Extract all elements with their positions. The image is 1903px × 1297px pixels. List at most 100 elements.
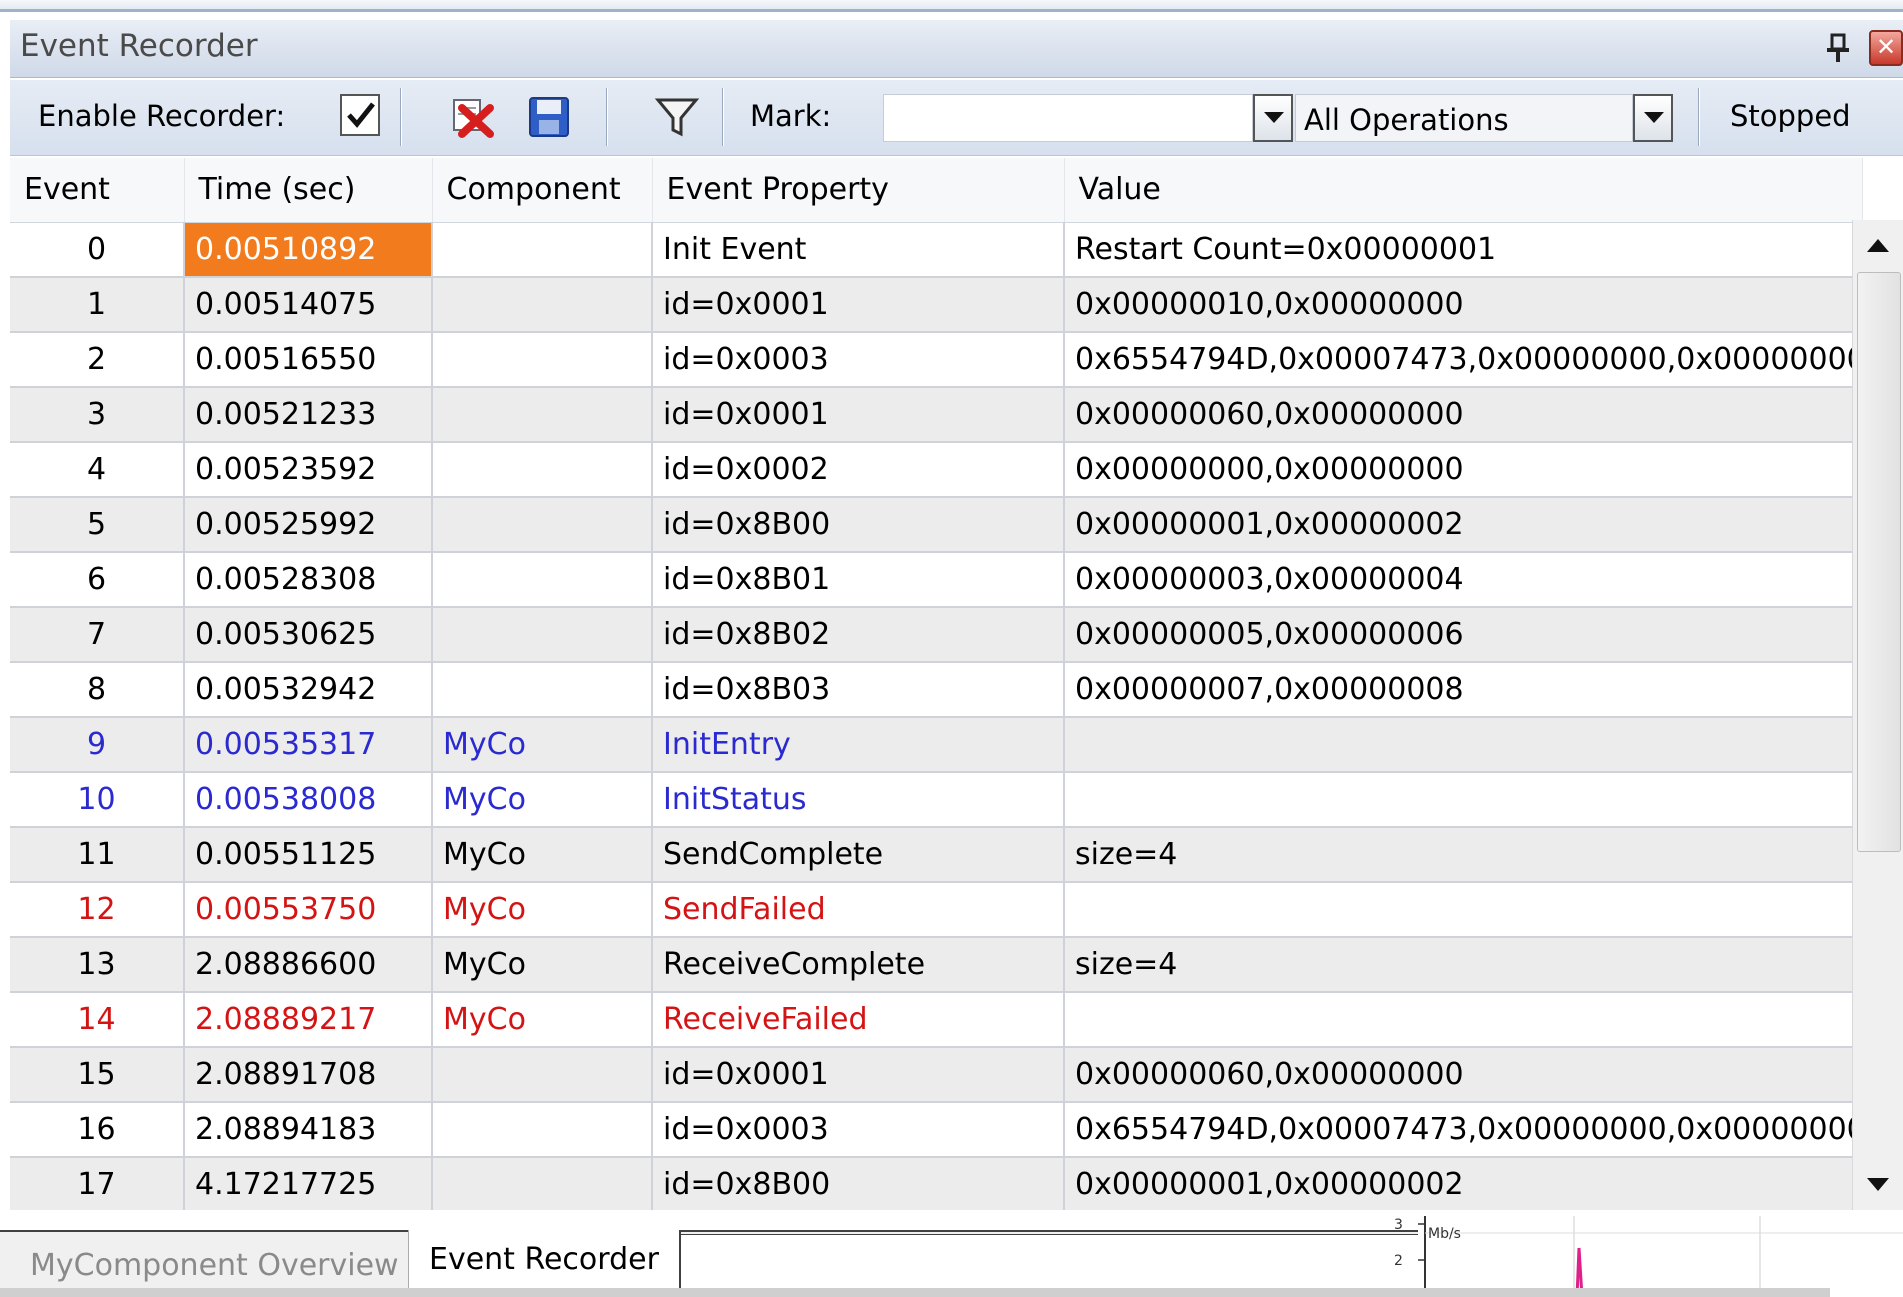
toolbar-separator [400,88,402,146]
event-cell: 3 [10,387,185,443]
component-cell [432,607,653,663]
event-cell: 5 [10,497,185,553]
component-cell [432,1102,653,1158]
tab-mycomponent-overview[interactable]: MyComponent Overview [10,1236,419,1292]
tab-event-recorder[interactable]: Event Recorder [408,1230,681,1294]
event-property-cell: id=0x0001 [652,277,1065,333]
event-cell: 6 [10,552,185,608]
event-property-cell: id=0x8B00 [652,1157,1065,1210]
enable-recorder-label: Enable Recorder: [38,99,286,133]
horizontal-scrollbar[interactable] [0,1288,1830,1297]
time-cell: 2.08886600 [184,937,433,993]
table-row[interactable]: 6 0.00528308 id=0x8B01 0x00000003,0x0000000… [10,552,1863,608]
component-cell: MyCo [432,717,653,773]
time-cell: 0.00535317 [184,717,433,773]
table-row[interactable]: 11 0.00551125 MyCo SendComplete size=4 [10,827,1863,883]
pin-icon[interactable] [1825,32,1851,64]
component-cell [432,442,653,498]
time-cell: 0.00510892 [184,222,433,278]
table-header: Event Time (sec) Component Event Propert… [10,158,1863,223]
clear-icon[interactable] [448,94,494,140]
event-cell: 15 [10,1047,185,1103]
toolbar-separator [722,88,724,146]
value-cell: 0x00000000,0x00000000 [1064,442,1863,498]
event-property-cell: id=0x8B03 [652,662,1065,718]
column-header-time[interactable]: Time (sec) [184,158,433,223]
component-cell [432,387,653,443]
close-icon[interactable]: ✕ [1869,30,1903,66]
scroll-thumb[interactable] [1857,272,1901,852]
table-row[interactable]: 5 0.00525992 id=0x8B00 0x00000001,0x0000000… [10,497,1863,553]
table-row[interactable]: 10 0.00538008 MyCo InitStatus [10,772,1863,828]
table-row[interactable]: 3 0.00521233 id=0x0001 0x00000060,0x0000000… [10,387,1863,443]
mini-chart-tick: 3 [1394,1217,1403,1233]
chevron-down-icon [1264,112,1284,123]
event-cell: 0 [10,222,185,278]
operations-select[interactable]: All Operations [1295,94,1633,142]
toolbar: Enable Recorder: Mark: All Operations St… [10,80,1903,156]
column-header-component[interactable]: Component [432,158,653,223]
top-edge [0,0,1903,12]
table-row[interactable]: 17 4.17217725 id=0x8B00 0x00000001,0x000000… [10,1157,1863,1210]
table-row[interactable]: 7 0.00530625 id=0x8B02 0x00000005,0x0000000… [10,607,1863,663]
value-cell: 0x6554794D,0x00007473,0x00000000,0x00000… [1064,1102,1863,1158]
table-row[interactable]: 13 2.08886600 MyCo ReceiveComplete size=4 [10,937,1863,993]
component-cell [432,222,653,278]
table-row[interactable]: 12 0.00553750 MyCo SendFailed [10,882,1863,938]
column-header-event-property[interactable]: Event Property [652,158,1065,223]
event-cell: 13 [10,937,185,993]
toolbar-separator [1698,88,1700,146]
column-header-value[interactable]: Value [1064,158,1863,223]
value-cell: 0x00000001,0x00000002 [1064,1157,1863,1210]
table-row[interactable]: 0 0.00510892 Init Event Restart Count=0x000… [10,222,1863,278]
vertical-scrollbar[interactable] [1852,220,1903,1210]
panel-title: Event Recorder [20,28,258,64]
enable-recorder-checkbox[interactable] [340,94,380,136]
scroll-up-icon[interactable] [1861,226,1895,266]
table-row[interactable]: 14 2.08889217 MyCo ReceiveFailed [10,992,1863,1048]
save-icon[interactable] [526,94,572,140]
time-cell: 0.00551125 [184,827,433,883]
component-cell: MyCo [432,772,653,828]
event-grid: Event Time (sec) Component Event Propert… [10,158,1903,1210]
time-cell: 0.00525992 [184,497,433,553]
column-header-event[interactable]: Event [10,158,185,223]
component-cell: MyCo [432,827,653,883]
event-cell: 8 [10,662,185,718]
table-row[interactable]: 1 0.00514075 id=0x0001 0x00000010,0x0000000… [10,277,1863,333]
component-cell: MyCo [432,882,653,938]
component-cell [432,552,653,608]
time-cell: 2.08889217 [184,992,433,1048]
mark-label: Mark: [750,99,832,133]
operations-dropdown-button[interactable] [1633,94,1673,142]
mark-dropdown-button[interactable] [1253,94,1293,142]
time-cell: 0.00521233 [184,387,433,443]
value-cell: 0x00000060,0x00000000 [1064,1047,1863,1103]
event-cell: 11 [10,827,185,883]
time-cell: 0.00530625 [184,607,433,663]
event-property-cell: id=0x0001 [652,1047,1065,1103]
event-cell: 12 [10,882,185,938]
event-property-cell: InitStatus [652,772,1065,828]
event-property-cell: SendComplete [652,827,1065,883]
event-property-cell: InitEntry [652,717,1065,773]
table-row[interactable]: 9 0.00535317 MyCo InitEntry [10,717,1863,773]
mark-input[interactable] [883,94,1253,142]
event-cell: 2 [10,332,185,388]
check-icon [347,102,375,128]
table-row[interactable]: 2 0.00516550 id=0x0003 0x6554794D,0x0000747… [10,332,1863,388]
table-row[interactable]: 16 2.08894183 id=0x0003 0x6554794D,0x000074… [10,1102,1863,1158]
event-property-cell: id=0x0002 [652,442,1065,498]
component-cell [432,662,653,718]
filter-icon[interactable] [654,94,700,140]
time-cell: 4.17217725 [184,1157,433,1210]
table-row[interactable]: 8 0.00532942 id=0x8B03 0x00000007,0x0000000… [10,662,1863,718]
value-cell [1064,717,1863,773]
table-row[interactable]: 15 2.08891708 id=0x0001 0x00000060,0x000000… [10,1047,1863,1103]
scroll-down-icon[interactable] [1861,1164,1895,1204]
component-cell: MyCo [432,992,653,1048]
table-row[interactable]: 4 0.00523592 id=0x0002 0x00000000,0x0000000… [10,442,1863,498]
event-property-cell: Init Event [652,222,1065,278]
event-property-cell: id=0x0003 [652,332,1065,388]
event-cell: 10 [10,772,185,828]
